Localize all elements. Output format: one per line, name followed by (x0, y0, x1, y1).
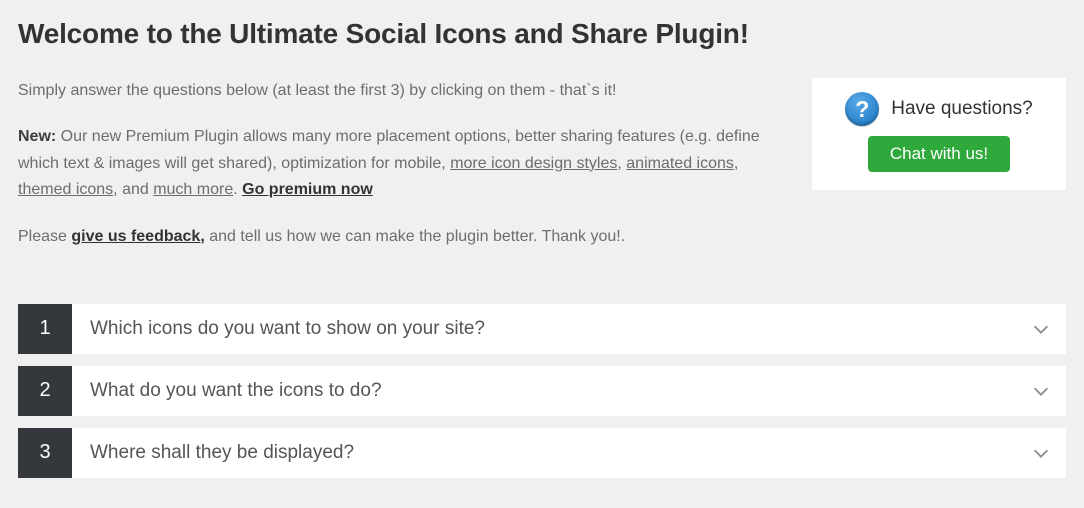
sep2: , (734, 155, 738, 172)
accordion-label: Where shall they be displayed? (72, 428, 1016, 478)
chevron-down-icon (1016, 428, 1066, 478)
accordion-label: What do you want the icons to do? (72, 366, 1016, 416)
link-more-styles[interactable]: more icon design styles (450, 155, 617, 172)
help-header: ? Have questions? (830, 92, 1048, 126)
chevron-down-icon (1016, 366, 1066, 416)
copy-block: Simply answer the questions below (at le… (18, 78, 788, 270)
page-title: Welcome to the Ultimate Social Icons and… (18, 18, 1066, 50)
sep1: , (617, 155, 626, 172)
link-much-more[interactable]: much more (153, 181, 233, 198)
accordion-label: Which icons do you want to show on your … (72, 304, 1016, 354)
link-go-premium[interactable]: Go premium now (242, 181, 373, 198)
feedback-prefix: Please (18, 228, 71, 245)
chat-button[interactable]: Chat with us! (868, 136, 1010, 172)
question-icon: ? (845, 92, 879, 126)
feedback-text: Please give us feedback, and tell us how… (18, 224, 788, 250)
accordion-number: 1 (18, 304, 72, 354)
intro-text: Simply answer the questions below (at le… (18, 78, 788, 104)
chevron-down-icon (1016, 304, 1066, 354)
sep4: . (233, 181, 242, 198)
accordion-item-1[interactable]: 1 Which icons do you want to show on you… (18, 304, 1066, 354)
accordion-item-3[interactable]: 3 Where shall they be displayed? (18, 428, 1066, 478)
link-themed-icons[interactable]: themed icons (18, 181, 113, 198)
link-feedback[interactable]: give us feedback, (71, 228, 204, 245)
link-animated-icons[interactable]: animated icons (626, 155, 734, 172)
new-label: New: (18, 128, 56, 145)
feedback-suffix: and tell us how we can make the plugin b… (205, 228, 625, 245)
help-card: ? Have questions? Chat with us! (812, 78, 1066, 190)
accordion-number: 3 (18, 428, 72, 478)
accordion-number: 2 (18, 366, 72, 416)
accordion: 1 Which icons do you want to show on you… (18, 304, 1066, 478)
new-text: New: Our new Premium Plugin allows many … (18, 124, 788, 203)
content-row: Simply answer the questions below (at le… (18, 78, 1066, 270)
sep3: , and (113, 181, 153, 198)
help-title: Have questions? (891, 98, 1033, 120)
accordion-item-2[interactable]: 2 What do you want the icons to do? (18, 366, 1066, 416)
